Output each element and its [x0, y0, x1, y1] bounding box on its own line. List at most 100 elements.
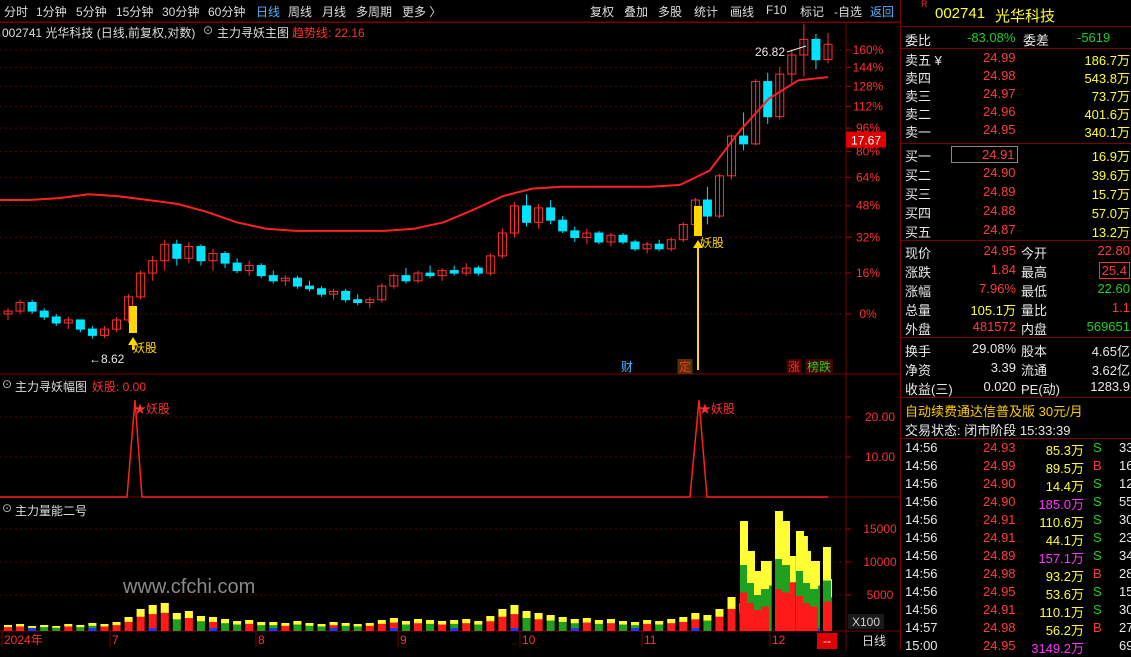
stat-row: 外盘 481572 内盘 569651 — [905, 319, 1130, 337]
stat2-row: 收益(三) 0.020 PE(动) 1283.9 — [905, 379, 1130, 397]
volume-bar-base — [754, 610, 762, 631]
volume-bar-cap — [209, 617, 217, 622]
sub1-tick-label: 20.00 — [865, 410, 895, 424]
volume-bar-cap — [401, 621, 410, 625]
pct-tick-label: 112% — [853, 99, 883, 113]
low-price-label: ←8.62 — [89, 352, 125, 366]
status-row: 交易状态: 闭市阶段 15:33:39 — [905, 423, 1071, 438]
volume-bar-cap — [317, 624, 326, 627]
candle-body — [172, 243, 182, 259]
volume-bar-cap — [594, 620, 603, 624]
candle-body — [196, 246, 206, 262]
tick-row: 14:56 24.93 85.3万 S 33 — [905, 440, 1131, 458]
x-axis-label: 10 — [522, 633, 536, 647]
volume-bar-cap — [727, 597, 736, 609]
volume-bar-cap — [486, 616, 495, 622]
volume-bar-cap — [606, 619, 615, 624]
volume-bar-base — [631, 628, 640, 631]
volume-bar-cap — [100, 624, 109, 627]
candle-body — [292, 277, 302, 287]
sub1-name[interactable]: 主力寻妖幅图 — [15, 378, 87, 395]
quote-header: R 002741 光华科技 — [901, 0, 1131, 25]
volume-bar-cap — [691, 613, 700, 620]
volume-bar-base — [796, 596, 804, 631]
volume-bar-cap — [450, 620, 459, 624]
tick-row: 14:56 24.90 185.0万 S 55 — [905, 494, 1131, 512]
stat-row: 涨幅 7.96% 最低 22.60 — [905, 281, 1130, 299]
volume-unit: X100 — [852, 615, 880, 629]
candle-body — [317, 288, 327, 295]
x-axis-label: 2024年 — [4, 633, 43, 647]
volume-bar-cap — [341, 623, 350, 626]
candle-body — [51, 316, 61, 324]
pct-tick-label: 128% — [853, 79, 884, 93]
candle-body — [702, 199, 712, 217]
x-axis-label: 8 — [258, 633, 265, 647]
event-tag: 定 — [679, 359, 691, 374]
sub2-toggle-icon[interactable]: ⊙ — [2, 501, 12, 515]
ask-row: 卖二 24.96 401.6万 — [905, 104, 1130, 122]
volume-bar-base — [823, 601, 831, 631]
sub1-signal-label: ★妖股 — [134, 402, 170, 416]
candle-body — [353, 299, 363, 303]
volume-bar-cap — [160, 603, 169, 613]
volume-bar-base — [450, 628, 459, 631]
volume-bar-base — [148, 628, 157, 631]
volume-bar-cap — [667, 619, 676, 624]
sub1-toggle-icon[interactable]: ⊙ — [2, 377, 12, 391]
signal-label: 妖股 — [700, 236, 724, 250]
bid-row: 买四 24.88 57.0万 — [905, 203, 1130, 221]
candle-body — [618, 234, 628, 243]
volume-bar-cap — [782, 521, 790, 565]
volume-bar-cap — [534, 613, 543, 620]
volume-bar-cap — [740, 521, 748, 565]
event-tag: 涨 — [788, 359, 800, 374]
indicator-toggle-icon[interactable]: ⊙ — [203, 23, 213, 37]
volume-bar-cap — [510, 605, 519, 615]
divider — [901, 438, 1131, 439]
event-tag: 财 — [621, 360, 633, 374]
candle-body — [594, 232, 604, 243]
volume-bar-base — [691, 628, 700, 631]
stat-row: 总量 105.1万 量比 1.1 — [905, 300, 1130, 318]
volume-bar-cap — [112, 622, 121, 626]
volume-bar-cap — [546, 615, 555, 621]
stock-code: 002741 — [935, 5, 986, 22]
volume-bar-base — [209, 628, 217, 631]
stat2-row: 净资 3.39 流通 3.62亿 — [905, 360, 1130, 378]
volume-bar-cap — [747, 551, 755, 583]
volume-bar-cap — [4, 625, 12, 628]
volume-bar-base — [389, 628, 398, 631]
volume-bar-cap — [631, 622, 640, 626]
sub2-name[interactable]: 主力量能二号 — [15, 502, 87, 519]
volume-bar-cap — [305, 623, 314, 626]
candle-body — [425, 272, 435, 277]
ask-row: 卖一 24.95 340.1万 — [905, 122, 1130, 140]
webi-row: 委比 -83.08% 委差 -5619 — [905, 30, 1111, 48]
x-axis-label: 9 — [400, 633, 407, 647]
stock-name: 光华科技 — [995, 8, 1056, 25]
candle-body — [522, 205, 532, 223]
sub1-signal-label: ★妖股 — [699, 402, 735, 416]
chart-caption: 002741 光华科技 (日线,前复权,对数) — [2, 26, 196, 40]
pct-tick-label: 144% — [853, 61, 884, 75]
tick-row: 15:0024.953149.2万690 — [905, 638, 1131, 656]
volume-bar-cap — [124, 617, 133, 622]
volume-bar-cap — [172, 613, 181, 620]
ad-row: 自动续费通达信普及版 30元/月 — [905, 404, 1083, 419]
candle-body — [739, 135, 749, 145]
volume-bar-cap — [582, 618, 591, 623]
pct-tick-label: 48% — [856, 199, 880, 213]
sub1-tick-label: 10.00 — [865, 450, 895, 464]
volume-bar-cap — [148, 605, 157, 615]
tick-row: 14:56 24.89 157.1万 S 34 — [905, 548, 1131, 566]
indicator-name[interactable]: 主力寻妖主图 — [217, 24, 289, 41]
candle-body — [232, 262, 242, 272]
kline-chart[interactable]: 160%144%128%112%96%80%64%48%32%16%0%17.6… — [0, 0, 900, 650]
sub1-value: 妖股: 0.00 — [92, 380, 147, 394]
volume-bar-base — [761, 606, 769, 631]
candle-body — [570, 230, 580, 238]
volume-bar-cap — [775, 511, 783, 559]
stat2-row: 换手 29.08% 股本 4.65亿 — [905, 341, 1130, 359]
volume-bar-base — [803, 603, 811, 631]
